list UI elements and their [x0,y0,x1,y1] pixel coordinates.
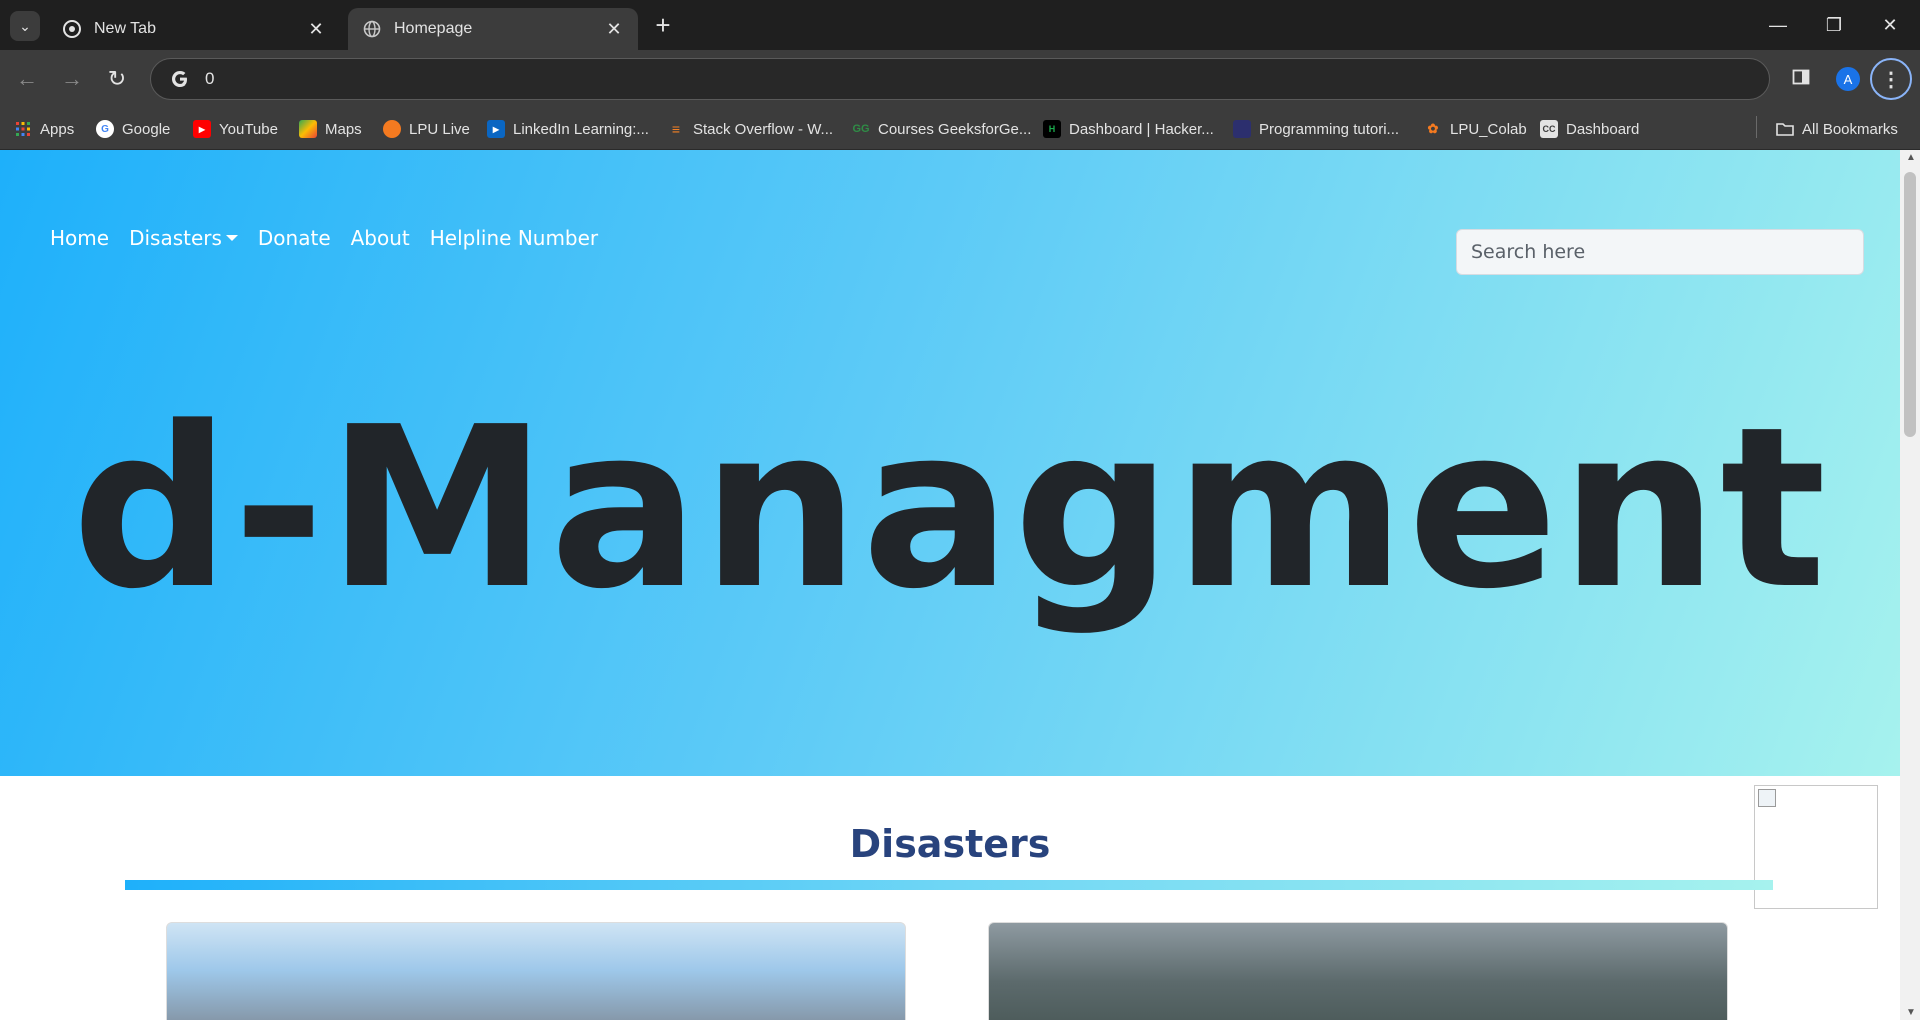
back-button[interactable]: ← [10,62,44,96]
plus-icon: + [655,9,671,40]
disaster-card-image[interactable] [166,922,906,1020]
tab-strip: ⌄ New Tab ✕ Homepage ✕ + — ❐ ✕ [0,0,1920,50]
bookmark-label: Courses GeeksforGe... [878,120,1032,138]
section-title: Disasters [849,822,1051,866]
search-input[interactable] [1456,229,1864,275]
nav-donate[interactable]: Donate [258,226,331,250]
new-tab-button[interactable]: + [648,10,678,40]
bookmark-label: YouTube [219,120,278,138]
arrow-right-icon: → [61,66,83,91]
minimize-icon: — [1769,14,1787,35]
restore-icon: ❐ [1825,14,1843,35]
address-value: 0 [205,69,215,88]
profile-avatar[interactable]: A [1836,67,1860,91]
arrow-left-icon: ← [16,66,38,91]
bookmark-label: Google [122,120,171,138]
section-divider [125,880,1773,890]
tab-title: New Tab [94,20,156,37]
close-icon[interactable]: ✕ [604,19,624,39]
reload-icon: ↻ [107,66,127,91]
lpu-colab-icon: ✿ [1427,121,1439,136]
bookmarks-bar: Apps G Google ▶ YouTube Maps LPU Live ▶ … [0,108,1920,150]
hackerrank-icon: H [1043,120,1061,138]
bookmark-maps[interactable]: Maps [299,117,362,141]
bookmark-programming-tutorials[interactable]: Programming tutori... [1233,117,1399,141]
page-scrollbar[interactable]: ▲ ▼ [1900,150,1920,1020]
nav-disasters-dropdown[interactable]: Disasters [129,226,238,250]
tab-homepage[interactable]: Homepage ✕ [348,8,638,50]
youtube-icon: ▶ [193,120,211,138]
scroll-down-icon[interactable]: ▼ [1906,1007,1916,1018]
bookmark-hackerrank[interactable]: H Dashboard | Hacker... [1043,117,1214,141]
chevron-down-icon: ⌄ [19,17,31,34]
geeksforgeeks-icon: GG [852,123,870,135]
bookmark-label: Programming tutori... [1259,120,1400,138]
bookmark-linkedin-learning[interactable]: ▶ LinkedIn Learning:... [487,117,649,141]
globe-icon [362,19,382,39]
stackoverflow-icon: ≡ [671,121,681,137]
google-icon: G [96,120,114,138]
scroll-up-icon[interactable]: ▲ [1906,152,1916,163]
cc-dashboard-icon: CC [1540,120,1558,138]
all-bookmarks-button[interactable]: All Bookmarks [1776,117,1898,141]
bookmark-apps[interactable]: Apps [14,117,74,141]
bookmark-stack-overflow[interactable]: ≡ Stack Overflow - W... [667,117,833,141]
tab-new-tab[interactable]: New Tab ✕ [48,8,340,50]
lpu-live-icon [383,120,401,138]
bookmarks-separator [1756,116,1757,138]
restore-button[interactable]: ❐ [1806,0,1862,50]
broken-image-icon [1758,789,1776,807]
maps-icon [299,120,317,138]
bookmark-google[interactable]: G Google [96,117,170,141]
bookmark-lpu-colab[interactable]: ✿ LPU_Colab [1424,117,1527,141]
nav-about[interactable]: About [351,226,410,250]
scrollbar-thumb[interactable] [1904,172,1916,437]
bookmark-label: LPU_Colab [1450,120,1527,138]
disaster-card-image[interactable] [988,922,1728,1020]
all-bookmarks-label: All Bookmarks [1802,120,1898,138]
browser-menu-button[interactable]: ⋮ [1870,58,1912,100]
nav-home[interactable]: Home [50,226,109,250]
close-icon[interactable]: ✕ [306,19,326,39]
hero-section: Home Disasters Donate About Helpline Num… [0,150,1900,776]
bookmark-label: Stack Overflow - W... [693,120,834,138]
close-window-button[interactable]: ✕ [1862,0,1918,50]
hero-title: d-Managment [71,380,1829,638]
bookmark-geeksforgeeks[interactable]: GG Courses GeeksforGe... [852,117,1031,141]
linkedin-learning-icon: ▶ [487,120,505,138]
programming-icon [1233,120,1251,138]
bookmark-label: LinkedIn Learning:... [513,120,649,138]
tab-search-button[interactable]: ⌄ [10,11,40,41]
address-bar[interactable]: 0 [150,58,1770,100]
close-icon: ✕ [1882,14,1898,35]
more-vertical-icon: ⋮ [1881,68,1901,91]
chrome-icon [62,19,82,39]
nav-helpline-number[interactable]: Helpline Number [430,226,598,250]
bookmark-label: Dashboard [1566,120,1640,138]
minimize-button[interactable]: — [1750,0,1806,50]
bookmark-label: Dashboard | Hacker... [1069,120,1214,138]
side-panel-button[interactable] [1784,62,1818,96]
bookmark-youtube[interactable]: ▶ YouTube [193,117,278,141]
apps-grid-icon [14,120,32,138]
caret-down-icon [225,235,238,241]
bookmark-label: LPU Live [409,120,470,138]
bookmark-label: Maps [325,120,362,138]
nav-disasters-label: Disasters [129,226,222,250]
bookmark-label: Apps [40,120,75,138]
bookmark-dashboard[interactable]: CC Dashboard [1540,117,1639,141]
main-nav: Home Disasters Donate About Helpline Num… [50,226,598,250]
side-panel-icon [1792,68,1810,91]
forward-button[interactable]: → [55,62,89,96]
tab-title: Homepage [394,20,473,37]
google-icon [159,69,201,89]
browser-toolbar: ← → ↻ 0 A ⋮ [0,50,1920,108]
folder-icon [1776,120,1794,138]
reload-button[interactable]: ↻ [100,62,134,96]
page-viewport: Home Disasters Donate About Helpline Num… [0,150,1900,1020]
bookmark-lpu-live[interactable]: LPU Live [383,117,470,141]
